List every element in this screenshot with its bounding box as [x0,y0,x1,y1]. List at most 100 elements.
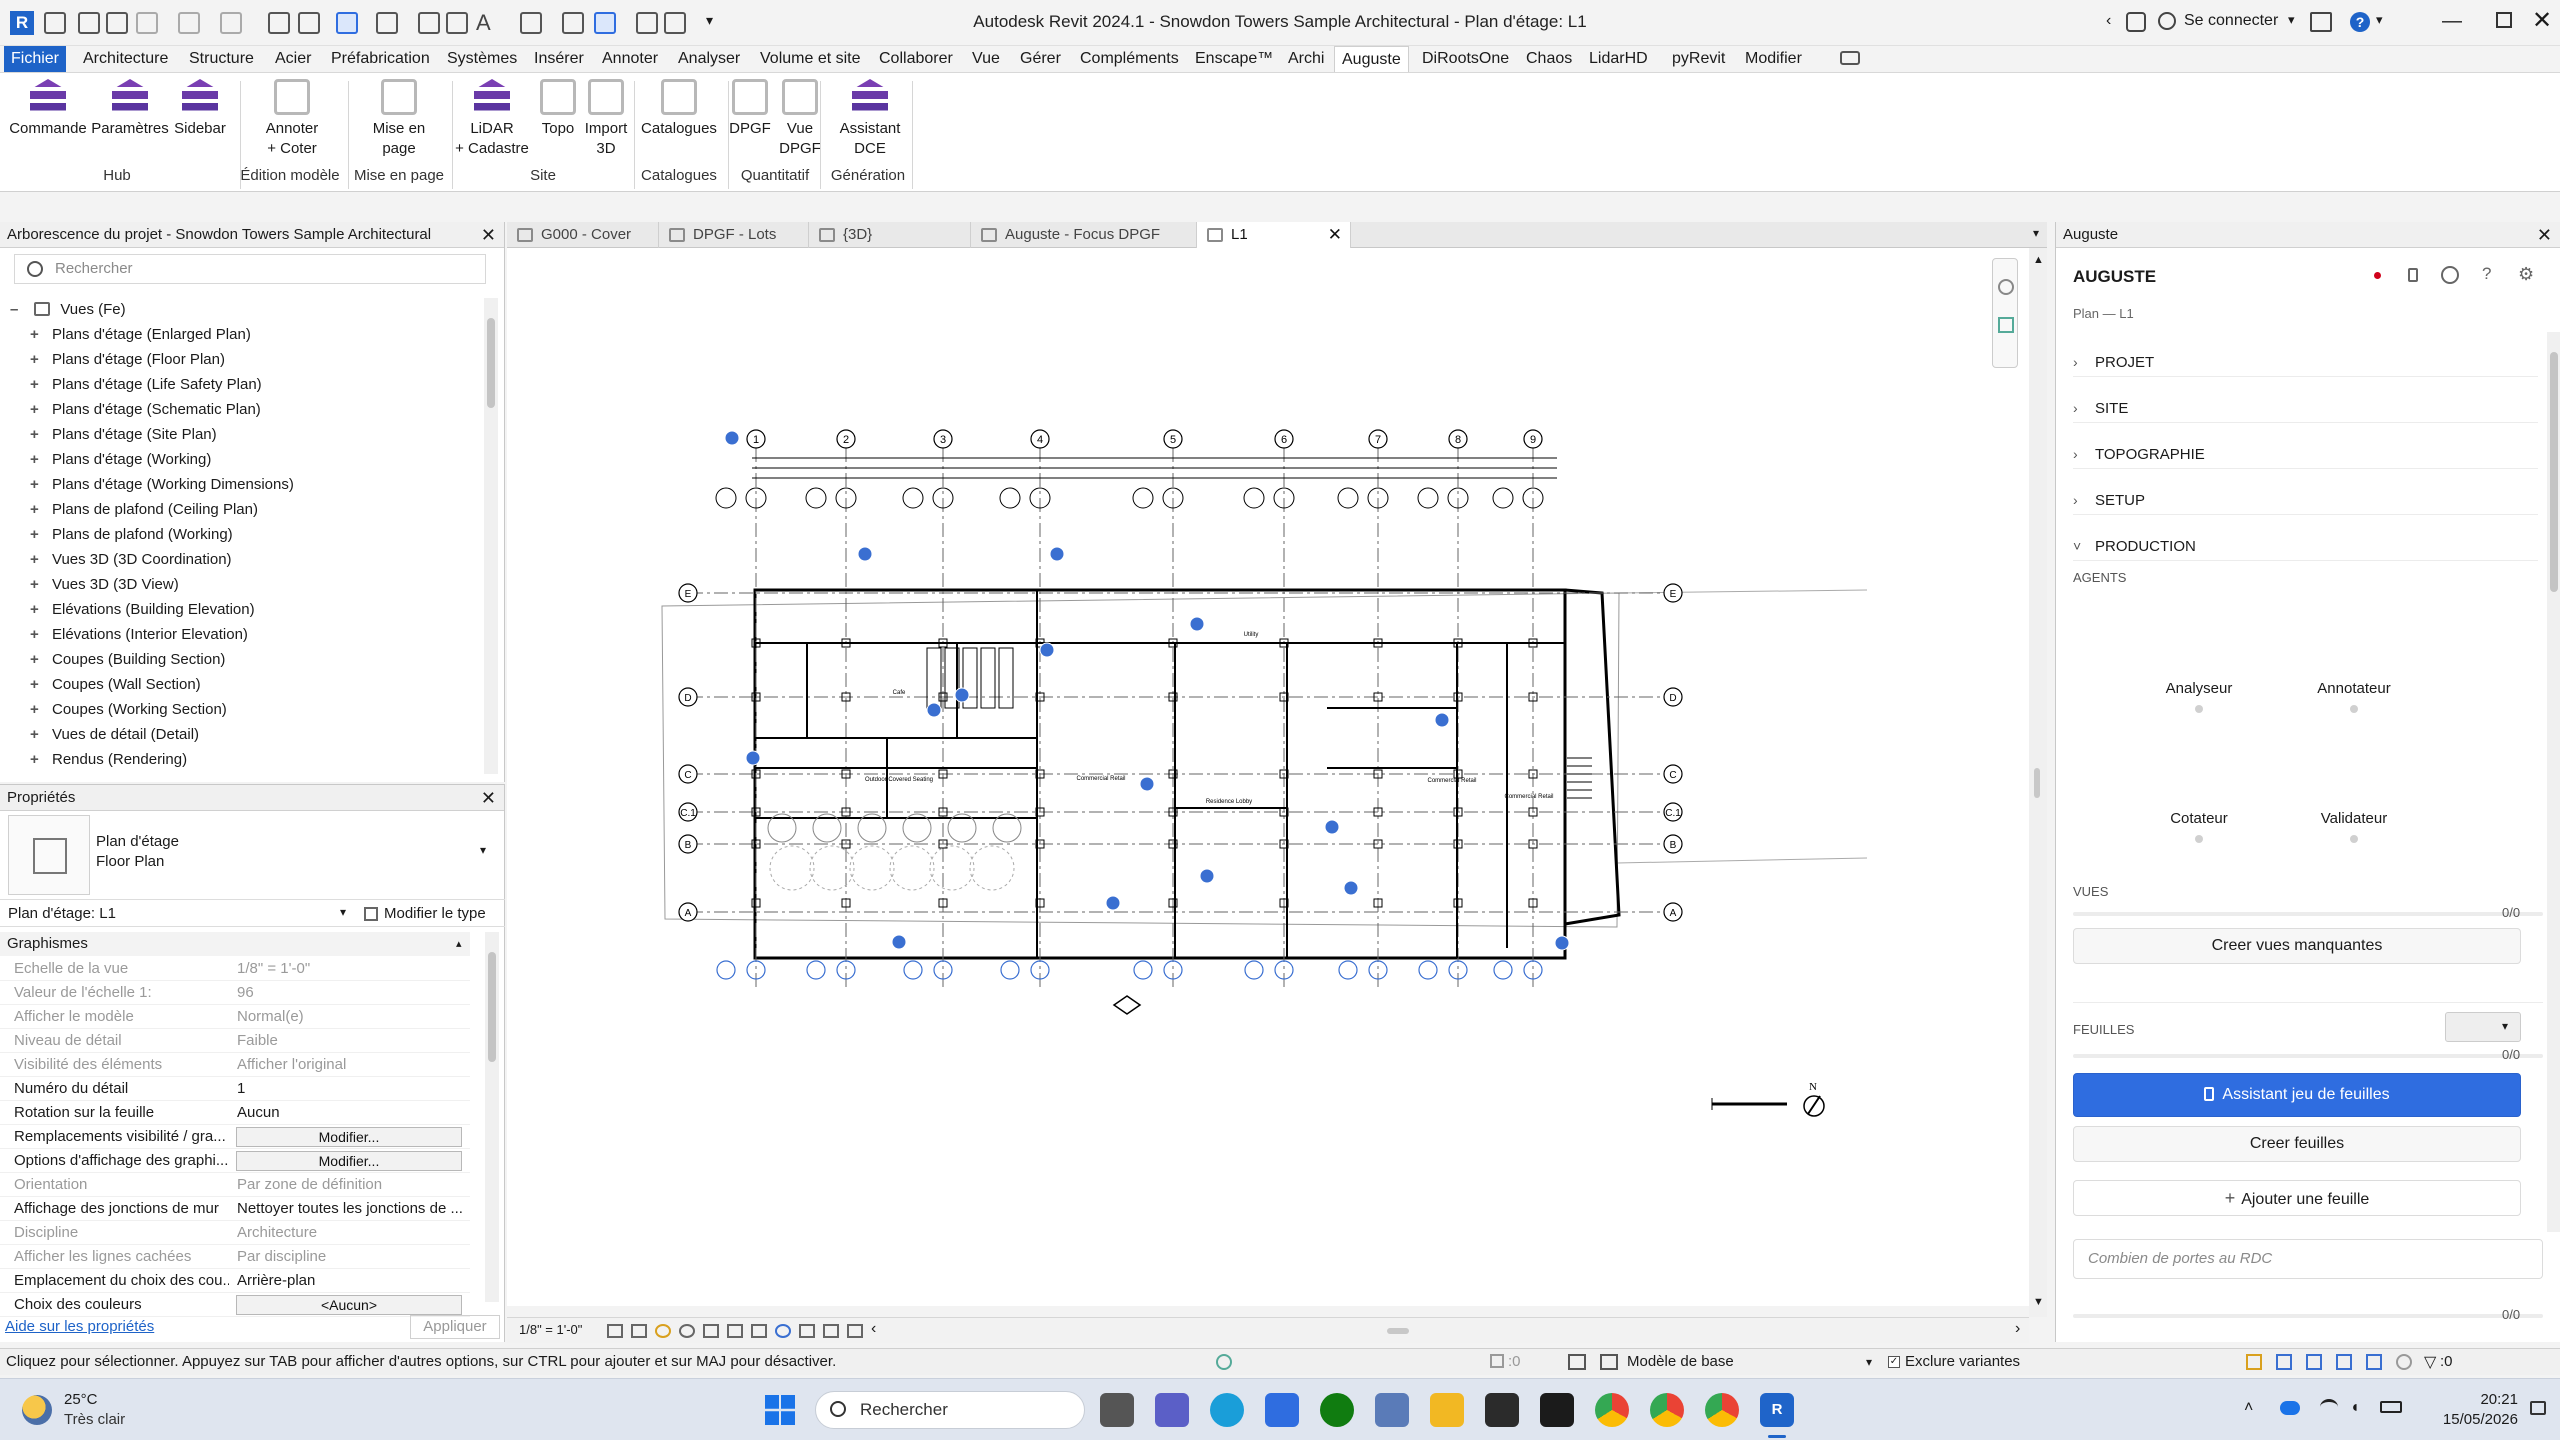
tree-item[interactable]: + Vues de détail (Detail) [30,722,199,747]
view-tab[interactable]: L1 ✕ [1197,222,1351,248]
volume-icon[interactable]: ◖ [2350,1399,2360,1417]
tree-item[interactable]: + Vues 3D (3D Coordination) [30,547,232,572]
menu-tab-14[interactable]: Enscape™ [1188,46,1280,72]
teams-icon[interactable] [1155,1393,1189,1427]
properties-help-link[interactable]: Aide sur les propriétés [5,1318,154,1335]
agent-card[interactable]: Annotateur [2279,680,2429,713]
property-value[interactable]: 1 [237,1077,467,1101]
menu-tab-0[interactable]: Fichier [4,46,67,72]
tree-item[interactable]: + Plans de plafond (Working) [30,522,233,547]
accordion-section[interactable]: ˅ PRODUCTION [2073,531,2538,561]
sun-path-icon[interactable] [655,1324,671,1338]
expand-icon[interactable]: + [30,572,44,597]
property-row[interactable]: Valeur de l'échelle 1: 96 [0,981,470,1005]
close-tab-icon[interactable]: ✕ [1328,222,1342,248]
collapse-group-icon[interactable]: ▴ [456,932,462,956]
expand-icon[interactable]: + [30,747,44,772]
menu-tab-17[interactable]: DiRootsOne [1415,46,1516,72]
start-icon[interactable] [765,1395,795,1425]
weather-icon[interactable] [22,1395,52,1425]
tree-item[interactable]: + Plans de plafond (Ceiling Plan) [30,497,258,522]
tree-item[interactable]: + Plans d'étage (Enlarged Plan) [30,322,251,347]
menu-tab-16[interactable]: Auguste [1334,46,1409,72]
property-row[interactable]: Options d'affichage des graphi... Modifie… [0,1149,470,1173]
property-row[interactable]: Affichage des jonctions de mur Nettoyer t… [0,1197,470,1221]
sheet-set-assistant-button[interactable]: Assistant jeu de feuilles [2073,1073,2521,1117]
onedrive-icon[interactable] [2280,1401,2300,1415]
menu-tab-15[interactable]: Archi [1281,46,1331,72]
tray-chevron-icon[interactable]: ˄ [2244,1399,2253,1417]
menu-tab-2[interactable]: Structure [182,46,261,72]
tree-item[interactable]: + Plans d'étage (Site Plan) [30,422,217,447]
expand-icon[interactable]: + [30,447,44,472]
menu-tab-21[interactable]: Modifier [1738,46,1809,72]
view-tab[interactable]: G000 - Cover [507,222,659,248]
filter-icon[interactable]: ▽ [2424,1350,2436,1376]
reveal-hidden-icon[interactable] [775,1324,791,1338]
property-value[interactable]: Par discipline [237,1245,467,1269]
chrome-icon[interactable] [1705,1393,1739,1427]
tree-item[interactable]: + Coupes (Working Section) [30,697,227,722]
ribbon-button-0[interactable]: Commande [3,79,93,139]
tree-item[interactable]: + Plans d'étage (Schematic Plan) [30,397,261,422]
settings-gear-icon[interactable]: ⚙ [2518,264,2534,285]
menu-tab-8[interactable]: Analyser [671,46,747,72]
menu-tab-9[interactable]: Volume et site [753,46,868,72]
edit-type-button[interactable]: Modifier le type [384,905,486,922]
shadows-icon[interactable] [679,1324,695,1338]
accordion-section[interactable]: › SETUP [2073,485,2538,515]
add-sheet-button[interactable]: + Ajouter une feuille [2073,1180,2521,1216]
tree-item[interactable]: + Elévations (Interior Elevation) [30,622,248,647]
menu-tab-3[interactable]: Acier [268,46,318,72]
drag-elements-icon[interactable] [2366,1354,2382,1370]
expand-icon[interactable]: + [30,422,44,447]
scroll-down-icon[interactable]: ▼ [2033,1296,2044,1308]
property-value[interactable]: 1/8" = 1'-0" [237,957,467,981]
browser-scrollbar[interactable] [484,298,498,774]
scroll-up-icon[interactable]: ▲ [2033,254,2044,266]
tree-root[interactable]: – Vues (Fe) [10,297,126,322]
expand-icon[interactable]: + [30,522,44,547]
property-value[interactable]: Arrière-plan [237,1269,467,1293]
show-crop-icon[interactable] [727,1324,743,1338]
expand-icon[interactable]: + [30,672,44,697]
back-icon[interactable]: ‹ [2106,12,2111,30]
expand-icon[interactable]: + [30,322,44,347]
task-view-icon[interactable] [1100,1393,1134,1427]
help-icon[interactable]: ? [2350,12,2370,32]
menu-tab-4[interactable]: Préfabrication [324,46,437,72]
chrome-icon[interactable] [1650,1393,1684,1427]
expand-icon[interactable]: + [30,397,44,422]
design-options-icon[interactable] [1568,1354,1586,1370]
type-selector-chevron-icon[interactable]: ▾ [480,843,486,857]
property-row[interactable]: Emplacement du choix des cou... Arrière-p… [0,1269,470,1293]
close-window-icon[interactable]: ✕ [2532,6,2552,35]
worksharing-icon[interactable] [799,1324,815,1338]
property-row[interactable]: Numéro du détail 1 [0,1077,470,1101]
analytical-icon[interactable] [823,1324,839,1338]
property-value[interactable]: Aucun [237,1101,467,1125]
create-sheets-button[interactable]: Creer feuilles [2073,1126,2521,1162]
menu-tab-19[interactable]: LidarHD [1582,46,1655,72]
design-options-icon[interactable] [1600,1354,1618,1370]
clock-time[interactable]: 20:21 [2460,1391,2518,1408]
select-underlay-icon[interactable] [2276,1354,2292,1370]
expand-icon[interactable]: + [30,597,44,622]
property-row[interactable]: Echelle de la vue 1/8" = 1'-0" [0,957,470,981]
view-tab[interactable]: {3D} [809,222,971,248]
store-icon[interactable] [1265,1393,1299,1427]
close-icon[interactable]: ✕ [2537,225,2552,245]
scroll-thumb[interactable] [2034,768,2040,798]
crop-view-icon[interactable] [703,1324,719,1338]
close-icon[interactable]: ✕ [481,788,496,808]
navigation-bar[interactable] [1992,258,2018,368]
apply-button[interactable]: Appliquer [410,1315,500,1339]
history-icon[interactable] [2441,266,2459,284]
scroll-thumb[interactable] [2550,352,2558,592]
menu-tab-20[interactable]: pyRevit [1665,46,1732,72]
clock-date[interactable]: 15/05/2026 [2420,1411,2518,1428]
detail-level-icon[interactable] [607,1324,623,1338]
model-selector[interactable]: Modèle de base [1627,1349,1734,1375]
menu-tab-1[interactable]: Architecture [76,46,175,72]
property-value[interactable]: Par zone de définition [237,1173,467,1197]
